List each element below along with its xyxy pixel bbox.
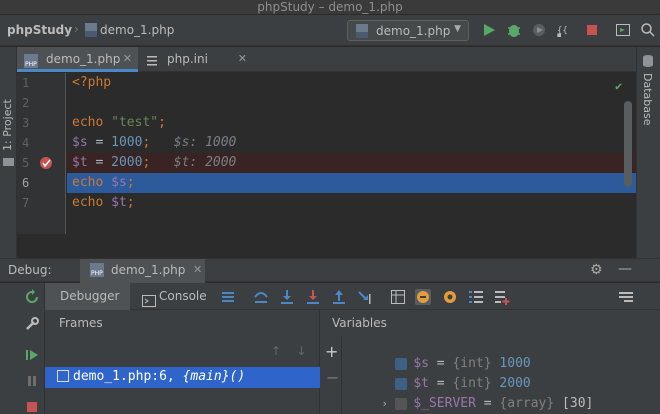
close-icon[interactable]: ✕ [123,47,132,71]
variables-header: Variables [332,316,387,330]
frames-header: Frames [59,316,103,330]
run-icon[interactable] [481,22,497,38]
remove-watch-icon[interactable]: − [326,368,339,387]
code-line-4: $s = 1000; $s: 1000 [72,135,237,150]
resume-icon[interactable] [24,347,40,366]
frame-up-icon[interactable]: ↑ [271,344,281,358]
stop-icon[interactable] [584,22,600,38]
breadcrumb-file[interactable]: demo_1.php [100,23,174,37]
add-watch-icon[interactable] [494,289,510,305]
tab-php-ini[interactable]: php.ini ✕ [138,47,253,72]
frame-down-icon[interactable]: ↓ [296,344,306,358]
line-number: 7 [22,196,30,210]
editor-tabs: PHP demo_1.php ✕ php.ini ✕ [17,47,636,72]
navigation-bar: phpStudy › demo_1.php demo_1.php ▼ {{◼ [0,15,660,46]
debug-session-tab[interactable]: PHP demo_1.php ✕ [80,259,205,283]
run-configuration-label: demo_1.php [376,24,451,38]
inline-debug-value: $s: 1000 [173,135,237,150]
debug-icon[interactable] [506,22,522,38]
expand-icon[interactable]: › [381,397,395,410]
tab-demo-1-php[interactable]: PHP demo_1.php ✕ [17,47,138,72]
minimize-icon[interactable]: — [618,261,632,277]
variables-panel: Variables + − $s = {int} 1000 $t = {int}… [320,310,660,414]
add-watch-icon[interactable]: + [325,342,338,361]
wrench-icon[interactable] [24,316,40,335]
folder-icon [3,155,14,169]
debug-tool-window-header: Debug: PHP demo_1.php ✕ ⚙ — [0,258,660,283]
database-tool-button[interactable]: Database [641,73,654,126]
breadcrumb-project[interactable]: phpStudy [7,23,72,37]
search-icon[interactable] [640,22,656,38]
code-line-7: echo $t; [72,195,135,210]
run-configuration-select[interactable]: demo_1.php ▼ [347,20,469,41]
frame-row[interactable]: demo_1.php:6, {main}() [45,367,320,388]
profile-icon[interactable]: {{◼ [556,22,572,39]
variable-row[interactable]: › $_SERVER = {array} [30] [350,381,593,411]
svg-text:PHP: PHP [25,61,37,68]
breadcrumb-separator: › [74,22,79,36]
run-to-cursor-icon[interactable] [357,289,373,305]
layout-icon[interactable] [615,22,631,38]
code-line-5: $t = 2000; $t: 2000 [67,153,636,173]
line-number: 6 [22,176,30,190]
chevron-down-icon: ▼ [454,24,461,34]
tab-console[interactable]: Console [130,283,215,310]
breakpoint-icon[interactable] [40,157,52,169]
database-icon [642,54,654,71]
frames-panel: Frames ↑ ↓ demo_1.php:6, {main}() [45,310,320,414]
step-over-icon[interactable] [253,289,269,305]
code-editor[interactable]: 1 2 3 4 5 6 7 <?php echo "test"; $s = 10… [17,73,636,234]
variable-row[interactable]: $t = {int} 2000 [350,361,531,391]
step-into-icon[interactable] [279,289,295,305]
line-number: 4 [22,136,30,150]
close-icon[interactable]: ✕ [193,263,202,276]
left-tool-stripe: 1: Project [0,47,17,258]
line-number: 2 [22,96,30,110]
php-file-icon [85,23,97,40]
coverage-icon[interactable] [531,22,547,38]
stop-debug-icon[interactable] [24,399,40,414]
step-out-icon[interactable] [331,289,347,305]
mute-breakpoints-icon[interactable] [415,289,431,305]
window-title: phpStudy – demo_1.php [0,0,660,15]
evaluate-icon[interactable] [390,289,406,305]
code-line-3: echo "test"; [72,115,166,130]
watch-icon[interactable] [442,289,458,305]
debug-title: Debug: [8,263,52,277]
force-step-into-icon[interactable] [305,289,321,305]
code-line-1: <?php [72,75,112,90]
php-file-icon: PHP [90,263,104,280]
tab-debugger[interactable]: Debugger [45,283,130,310]
svg-text:◼: ◼ [557,31,561,38]
tab-label: php.ini [167,52,208,66]
frame-navigation: ↑ ↓ [271,344,306,358]
variable-row[interactable]: $s = {int} 1000 [350,341,531,371]
layout-settings-icon[interactable] [618,289,634,305]
pause-icon[interactable] [24,373,40,392]
editor-gutter[interactable]: 1 2 3 4 5 6 7 [17,73,66,234]
svg-text:PHP: PHP [91,270,103,277]
code-line-6: echo $s; [67,173,636,193]
tab-label: demo_1.php [46,52,121,66]
debug-session-label: demo_1.php [111,263,186,277]
rerun-icon[interactable] [24,289,40,308]
close-icon[interactable]: ✕ [238,47,247,71]
frame-icon [57,370,69,382]
editor-scrollbar[interactable] [624,101,632,187]
line-number: 3 [22,116,30,130]
inline-debug-value: $t: 2000 [173,155,237,170]
array-type-icon [395,397,408,410]
right-tool-stripe: Database [636,47,660,258]
show-execution-point-icon[interactable] [220,289,236,305]
debug-side-toolbar [0,283,45,414]
variables-side-toolbar: + − [320,336,342,414]
gear-icon[interactable]: ⚙ [590,262,603,278]
project-tool-button[interactable]: 1: Project [1,99,14,151]
php-file-icon [356,24,368,41]
frames-list-icon[interactable] [468,289,484,305]
line-number: 1 [22,76,30,90]
checkmark-icon: ✔ [615,79,623,93]
debugger-toolbar: Debugger Console [45,283,660,310]
